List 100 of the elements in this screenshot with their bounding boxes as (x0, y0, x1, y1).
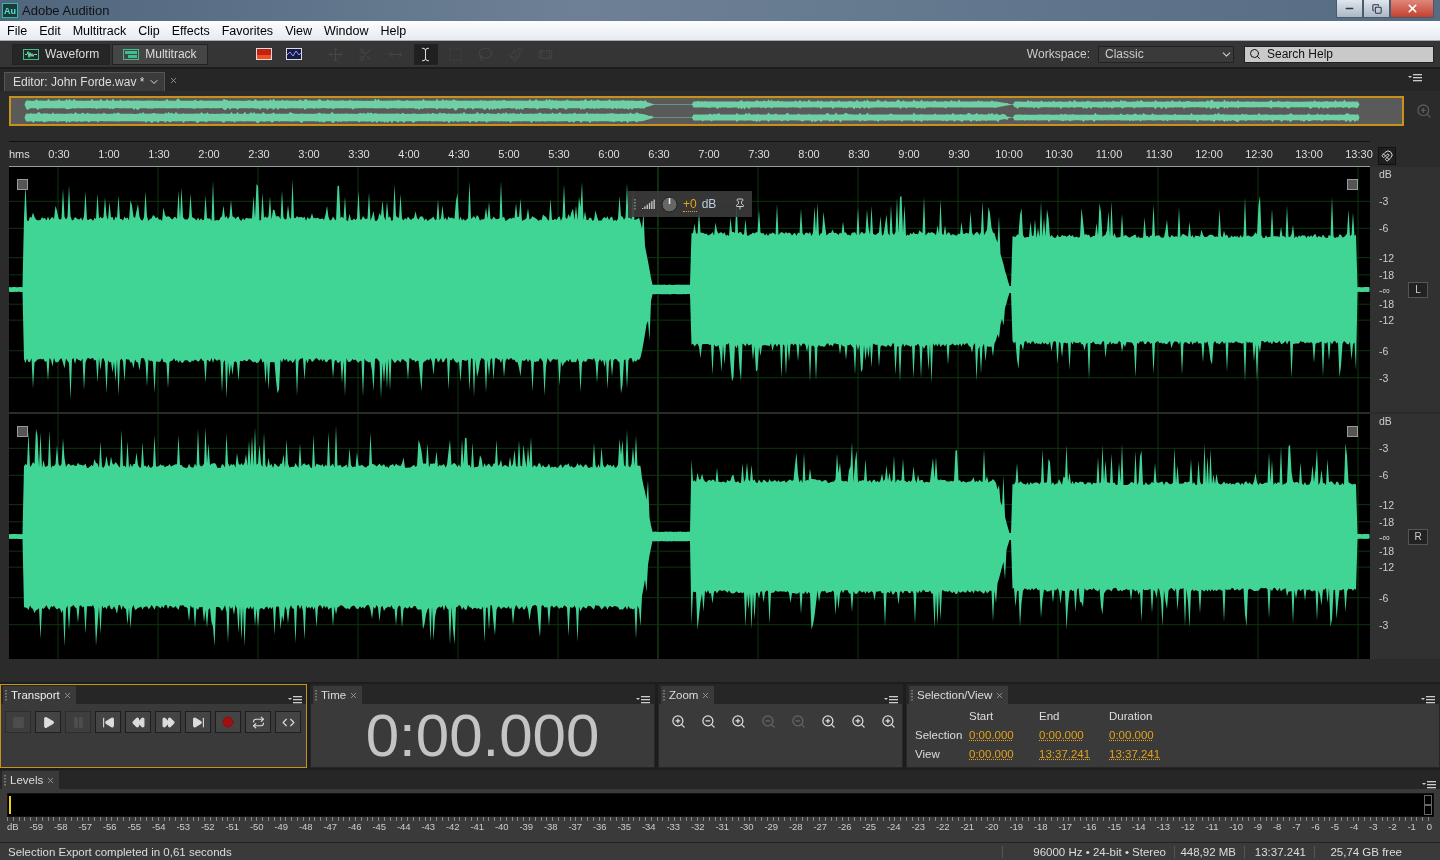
meter-scale-label: -2 (1388, 821, 1397, 832)
transport-button[interactable] (185, 711, 211, 733)
volume-knob-icon[interactable] (661, 195, 678, 213)
meter-scale-label: -18 (1033, 821, 1048, 832)
transport-button[interactable] (95, 711, 121, 733)
menu-item[interactable]: Favorites (215, 23, 280, 38)
scale-label: dB (1379, 415, 1392, 428)
close-icon[interactable] (701, 690, 711, 700)
meter-scale-label: -59 (29, 821, 44, 832)
volume-value[interactable]: +0 (683, 196, 697, 212)
ruler-label: 8:30 (847, 148, 871, 160)
signal-bars-icon (642, 199, 656, 209)
panel-tab[interactable]: Selection/View (909, 686, 1009, 704)
close-icon[interactable] (349, 690, 359, 700)
meter-scale-label: -44 (396, 821, 411, 832)
window-title: Adobe Audition (22, 3, 111, 18)
close-icon[interactable] (169, 76, 179, 85)
meter-scale-label: -45 (372, 821, 387, 832)
tool-button[interactable] (413, 43, 438, 65)
grip-icon[interactable] (5, 689, 8, 701)
ruler-unit: hms (9, 148, 31, 160)
transport-button[interactable] (125, 711, 151, 733)
snap-button[interactable] (1378, 147, 1396, 165)
meter-scale-label: -23 (911, 821, 926, 832)
maximize-button[interactable] (1363, 0, 1390, 18)
panel-tab[interactable]: Transport (3, 686, 76, 704)
panel-menu-icon[interactable] (288, 696, 302, 704)
time-value[interactable]: 13:37.241 (1039, 747, 1091, 760)
panel-menu-icon[interactable] (1408, 74, 1422, 82)
ruler-label: 10:30 (1044, 148, 1074, 160)
meter-scale-label: -3 (1369, 821, 1378, 832)
time-value[interactable]: 13:37.241 (1109, 747, 1161, 760)
close-icon[interactable] (46, 775, 56, 785)
meter-scale-label: -38 (543, 821, 558, 832)
mode-button[interactable]: Multitrack (112, 43, 208, 65)
panel-tab[interactable]: Levels (2, 771, 60, 789)
panel-menu-icon[interactable] (1421, 696, 1435, 704)
channel-button[interactable]: L (1408, 281, 1428, 298)
meter-scale-label: -42 (445, 821, 460, 832)
menu-item[interactable]: Edit (33, 23, 67, 38)
ruler-label: 4:00 (397, 148, 421, 160)
panel-tab[interactable]: Time (313, 686, 363, 704)
pin-icon[interactable] (734, 198, 746, 210)
ruler-label: 5:30 (547, 148, 571, 160)
grip-icon[interactable] (663, 689, 666, 701)
transport-button[interactable] (245, 711, 271, 733)
close-icon[interactable] (62, 690, 72, 700)
channel-button[interactable]: R (1408, 528, 1428, 545)
menu-item[interactable]: File (1, 23, 34, 38)
pitch-display-icon (285, 48, 302, 60)
search-icon (1249, 47, 1261, 60)
meter-scale-label: -29 (764, 821, 779, 832)
scale-label: -∞ (1379, 283, 1390, 296)
minimize-button[interactable] (1336, 0, 1363, 18)
meter-scale-label: -55 (127, 821, 142, 832)
menu-item[interactable]: View (279, 23, 318, 38)
close-icon[interactable] (995, 690, 1005, 700)
audio-format: 96000 Hz • 24-bit • Stereo (1002, 845, 1174, 858)
panel-menu-icon[interactable] (884, 696, 898, 704)
grip-icon[interactable] (315, 689, 318, 701)
search-field[interactable]: Search Help (1244, 45, 1434, 63)
workspace-dropdown[interactable]: Classic (1098, 45, 1234, 63)
scale-label: dB (1379, 168, 1392, 181)
fade-handle-icon[interactable] (1347, 179, 1358, 190)
time-value[interactable]: 0:00.000 (1109, 728, 1154, 741)
transport-button[interactable] (275, 711, 301, 733)
fade-handle-icon[interactable] (1347, 426, 1358, 437)
fade-handle-icon[interactable] (17, 426, 28, 437)
scale-label: -18 (1379, 515, 1395, 528)
fade-handle-icon[interactable] (17, 179, 28, 190)
grip-icon[interactable] (634, 198, 637, 210)
panel-menu-icon[interactable] (636, 696, 650, 704)
mode-button[interactable]: Waveform (12, 43, 111, 65)
meter-scale-label: -46 (347, 821, 362, 832)
panel-tab[interactable]: Zoom (661, 686, 715, 704)
time-value[interactable]: 0:00.000 (969, 728, 1014, 741)
grip-icon[interactable] (911, 689, 914, 701)
time-value[interactable]: 0:00.000 (1039, 728, 1084, 741)
meter-scale-label: -9 (1253, 821, 1263, 832)
meter-scale-label: -28 (788, 821, 803, 832)
transport-button[interactable] (155, 711, 181, 733)
volume-hud[interactable]: +0 dB (628, 191, 752, 217)
menu-item[interactable]: Window (318, 23, 375, 38)
scale-label: -6 (1379, 222, 1389, 235)
menu-item[interactable]: Clip (132, 23, 166, 38)
close-button[interactable] (1390, 0, 1434, 18)
editor-tab[interactable]: Editor: John Forde.wav * (4, 72, 166, 91)
transport-button[interactable] (35, 711, 61, 733)
grip-icon[interactable] (4, 774, 7, 786)
zoom-in-icon[interactable] (1416, 103, 1432, 119)
menu-item[interactable]: Effects (165, 23, 216, 38)
time-value[interactable]: 0:00.000 (969, 747, 1014, 760)
menu-item[interactable]: Help (374, 23, 413, 38)
panel-title: Time (321, 689, 347, 701)
menu-item[interactable]: Multitrack (66, 23, 133, 38)
time-display: 0:00.000 (365, 705, 600, 766)
panel-menu-icon[interactable] (1422, 781, 1436, 789)
meter-scale-label: -7 (1292, 821, 1301, 832)
meter-scale-label: -5 (1330, 821, 1339, 832)
zoom-in-icon (670, 713, 686, 729)
